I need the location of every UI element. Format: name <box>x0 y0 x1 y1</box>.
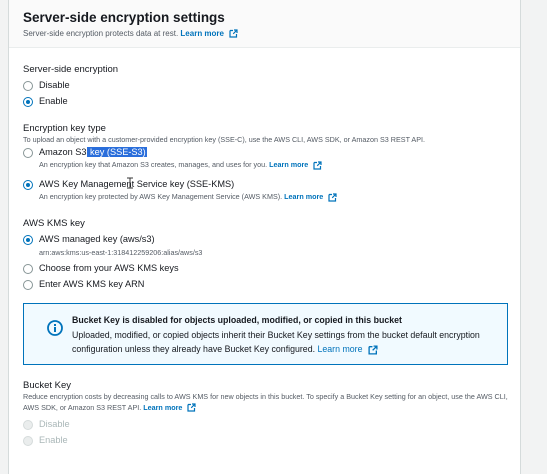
sse-disable-label: Disable <box>39 80 70 90</box>
panel-header: Server-side encryption settings Server-s… <box>9 0 520 48</box>
external-link-icon[interactable] <box>368 345 378 355</box>
kms-key-arn: arn:aws:kms:us-east-1:318412259206:alias… <box>39 248 203 257</box>
kms-choose-key-label: Choose from your AWS KMS keys <box>39 263 179 273</box>
external-link-icon[interactable] <box>328 192 337 202</box>
info-icon <box>47 320 63 336</box>
radio-disabled-icon[interactable] <box>23 420 33 430</box>
bucket-key-enable-label: Enable <box>39 435 68 445</box>
radio-off-icon[interactable] <box>23 280 33 290</box>
radio-on-icon[interactable] <box>23 97 33 107</box>
external-link-icon[interactable] <box>229 29 238 38</box>
kms-key-label: AWS KMS key <box>23 218 85 229</box>
sse-s3-label: Amazon S3 key (SSE-S3) <box>39 147 147 157</box>
sse-kms-learn-more-link[interactable]: Learn more <box>284 192 323 201</box>
bucket-key-learn-more-link[interactable]: Learn more <box>143 403 182 412</box>
panel-description-text: Server-side encryption protects data at … <box>23 29 179 38</box>
sse-kms-label: AWS Key Management Service key (SSE-KMS) <box>39 179 235 189</box>
key-type-description: To upload an object with a customer-prov… <box>23 135 426 144</box>
bucket-key-description-text: Reduce encryption costs by decreasing ca… <box>23 392 508 412</box>
sse-kms-description-text: An encryption key protected by AWS Key M… <box>39 192 283 201</box>
sse-s3-description-text: An encryption key that Amazon S3 creates… <box>39 160 268 169</box>
bucket-key-disable-label: Disable <box>39 419 70 429</box>
radio-off-icon[interactable] <box>23 81 33 91</box>
selected-text-highlight: key (SSE-S3) <box>86 147 147 157</box>
kms-enter-arn-label: Enter AWS KMS key ARN <box>39 279 145 289</box>
external-link-icon[interactable] <box>187 403 197 412</box>
key-type-label: Encryption key type <box>23 123 106 134</box>
kms-managed-key-label: AWS managed key (aws/s3) <box>39 234 155 244</box>
encryption-settings-panel: Server-side encryption settings Server-s… <box>8 0 521 474</box>
bucket-key-info-alert: Bucket Key is disabled for objects uploa… <box>23 303 508 365</box>
external-link-icon[interactable] <box>313 160 322 170</box>
text-cursor-icon <box>127 177 133 189</box>
panel-title: Server-side encryption settings <box>23 10 225 25</box>
info-alert-body-text: Uploaded, modified, or copied objects in… <box>72 330 480 354</box>
page-margin <box>521 0 547 474</box>
radio-disabled-icon[interactable] <box>23 436 33 446</box>
radio-on-icon[interactable] <box>23 180 33 190</box>
sse-s3-description: An encryption key that Amazon S3 creates… <box>39 160 322 170</box>
bucket-key-description: Reduce encryption costs by decreasing ca… <box>23 392 513 413</box>
radio-off-icon[interactable] <box>23 148 33 158</box>
panel-description: Server-side encryption protects data at … <box>23 29 238 38</box>
sse-kms-radio[interactable]: AWS Key Management Service key (SSE-KMS)… <box>23 179 423 205</box>
info-alert-title: Bucket Key is disabled for objects uploa… <box>72 315 402 325</box>
sse-s3-learn-more-link[interactable]: Learn more <box>269 160 308 169</box>
radio-off-icon[interactable] <box>23 264 33 274</box>
header-learn-more-link[interactable]: Learn more <box>180 29 224 38</box>
radio-on-icon[interactable] <box>23 235 33 245</box>
sse-enable-label: Enable <box>39 96 68 106</box>
info-alert-body: Uploaded, modified, or copied objects in… <box>72 328 500 356</box>
info-learn-more-link[interactable]: Learn more <box>318 344 363 354</box>
sse-kms-description: An encryption key protected by AWS Key M… <box>39 192 337 202</box>
sse-s3-label-text: Amazon S3 <box>39 147 87 157</box>
sse-s3-radio[interactable]: Amazon S3 key (SSE-S3) An encryption key… <box>23 147 423 173</box>
bucket-key-label: Bucket Key <box>23 380 72 391</box>
sse-label: Server-side encryption <box>23 64 119 75</box>
